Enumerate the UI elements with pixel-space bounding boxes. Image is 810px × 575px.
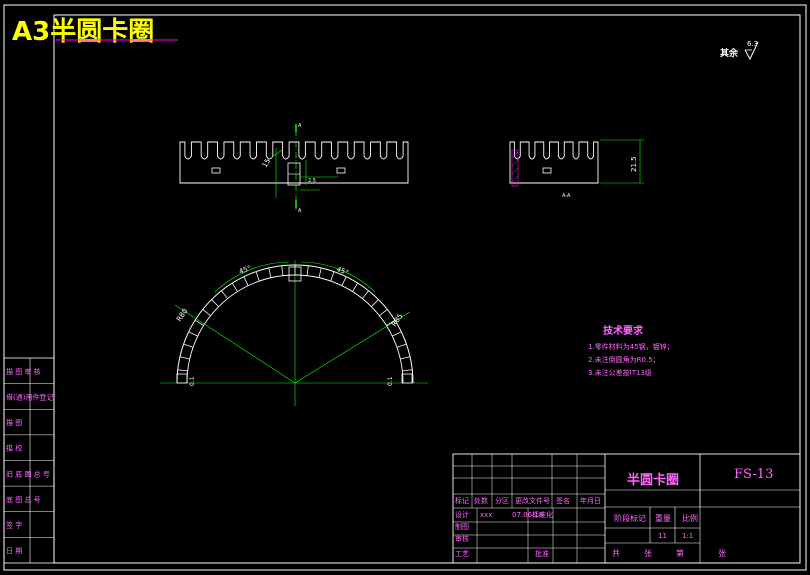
plan-tooth — [400, 356, 411, 360]
plan-tooth — [392, 331, 402, 337]
tb-review-label: 审核 — [455, 534, 469, 543]
tooth-dim: 2.5 — [308, 178, 316, 184]
plan-tooth — [352, 282, 359, 292]
tb-draw-label: 制图 — [455, 522, 469, 531]
radius-dim-right: R85 — [390, 312, 404, 328]
plan-tooth — [211, 299, 219, 307]
weight-label: 重量 — [655, 513, 671, 523]
plan-tooth — [231, 282, 238, 292]
roughness-label: 其余 — [720, 47, 739, 59]
section-marker-top: A — [298, 123, 302, 129]
front-hole-left — [211, 167, 221, 174]
roughness-note: 其余 6.3 — [720, 40, 759, 61]
roughness-value: 6.3 — [747, 40, 758, 48]
tb-approve-label: 批准 — [535, 549, 549, 558]
plan-tooth — [371, 299, 379, 307]
plan-tooth — [221, 290, 228, 299]
margin-label: 借(通)用件登记 — [6, 392, 53, 401]
tb-design-name: xxx — [480, 511, 492, 519]
side-hole — [542, 167, 552, 174]
margin-label: 签 字 — [6, 521, 22, 530]
plan-tooth — [318, 267, 322, 278]
margin-table: 描 图 审 核借(通)用件登记描 图描 校旧 底 图 总 号底 图 总 号签 字… — [3, 357, 55, 564]
side-view: 21.5 A-A — [509, 139, 644, 199]
weight-value: 11 — [658, 532, 667, 540]
title-block: 半圆卡圈 FS-13 阶段标记 重量 比例 11 1:1 共 张 第 张 标记 … — [452, 453, 801, 564]
side-hatch — [511, 149, 519, 187]
section-marker-bottom: A — [298, 208, 302, 214]
stage-label: 阶段标记 — [614, 513, 646, 523]
section-label: A-A — [562, 193, 571, 199]
tb-header-count: 处数 — [474, 496, 488, 505]
tech-heading: 技术要求 — [603, 324, 644, 337]
front-hole-right — [336, 167, 346, 174]
margin-label: 旧 底 图 总 号 — [6, 469, 50, 478]
tb-standard: 标准化 — [532, 510, 553, 519]
tb-process-label: 工艺 — [455, 550, 469, 558]
plan-tooth — [306, 265, 309, 276]
end-dim-left: 0.1 — [189, 376, 196, 386]
end-dim-right: 0.1 — [387, 376, 394, 386]
sheets-unit-1: 张 — [644, 549, 652, 558]
plan-right-end — [401, 373, 413, 384]
tech-item-3: 3.未注公差按IT13级 — [588, 368, 652, 377]
side-view-outline — [509, 141, 599, 184]
plan-tooth — [255, 271, 260, 282]
plan-tooth — [330, 271, 335, 282]
plan-tooth — [243, 276, 249, 286]
plan-tooth — [402, 369, 413, 372]
radius-leader-left — [174, 304, 296, 384]
outer-frame — [3, 4, 807, 571]
plan-view: 45° 45° R80 R85 0.1 0.1 — [160, 260, 428, 406]
sheet-title: A3半圆卡圈 — [12, 17, 154, 47]
sheets-unit-2: 张 — [718, 549, 726, 558]
plan-tooth — [281, 265, 284, 276]
plan-tooth — [183, 343, 194, 348]
plan-tooth — [179, 356, 190, 360]
front-view-outline — [179, 141, 409, 184]
tb-header-date: 年月日 — [580, 496, 601, 505]
margin-label: 底 图 总 号 — [6, 495, 41, 504]
margin-label: 描 校 — [6, 444, 22, 453]
tech-item-1: 1.零件材料为45钢，镀锌； — [588, 342, 674, 351]
tb-header-mark: 标记 — [455, 496, 469, 505]
drawing-no: FS-13 — [734, 467, 773, 482]
tb-header-zone: 分区 — [495, 496, 509, 505]
plan-tooth — [341, 276, 347, 286]
tech-requirements: 技术要求 1.零件材料为45钢，镀锌； 2.未注倒圆角为R0.5； 3.未注公差… — [588, 324, 674, 377]
margin-label: 日 期 — [6, 547, 22, 555]
scale-value: 1:1 — [682, 532, 693, 540]
cad-drawing-sheet: A3半圆卡圈 其余 6.3 描 图 审 核借(通)用件登记描 图描 校旧 底 图… — [3, 4, 807, 571]
tb-header-change: 更改文件号 — [515, 496, 550, 505]
plan-left-end — [176, 373, 188, 384]
scale-label: 比例 — [682, 513, 698, 523]
part-name: 半圆卡圈 — [627, 472, 679, 488]
plan-tooth — [177, 369, 188, 372]
margin-label: 描 图 — [6, 418, 22, 427]
angle-dim-right: 45° — [335, 265, 349, 277]
plan-tooth — [362, 290, 369, 299]
height-dim: 21.5 — [630, 156, 638, 172]
sheets-total: 共 — [612, 549, 620, 558]
radius-dim-left: R80 — [175, 307, 189, 323]
inner-frame — [53, 14, 801, 564]
plan-tooth — [396, 343, 407, 348]
plan-tooth — [379, 309, 388, 316]
plan-tooth — [188, 331, 198, 337]
front-view: 15 2.5 A A — [179, 123, 409, 214]
tb-design-label: 设计 — [455, 510, 469, 519]
plan-tooth — [268, 267, 272, 278]
margin-label: 描 图 审 核 — [6, 367, 41, 376]
plan-tooth — [202, 309, 211, 316]
tb-header-sign: 签名 — [556, 496, 570, 505]
tech-item-2: 2.未注倒圆角为R0.5； — [588, 355, 660, 364]
sheets-number: 第 — [676, 548, 684, 558]
